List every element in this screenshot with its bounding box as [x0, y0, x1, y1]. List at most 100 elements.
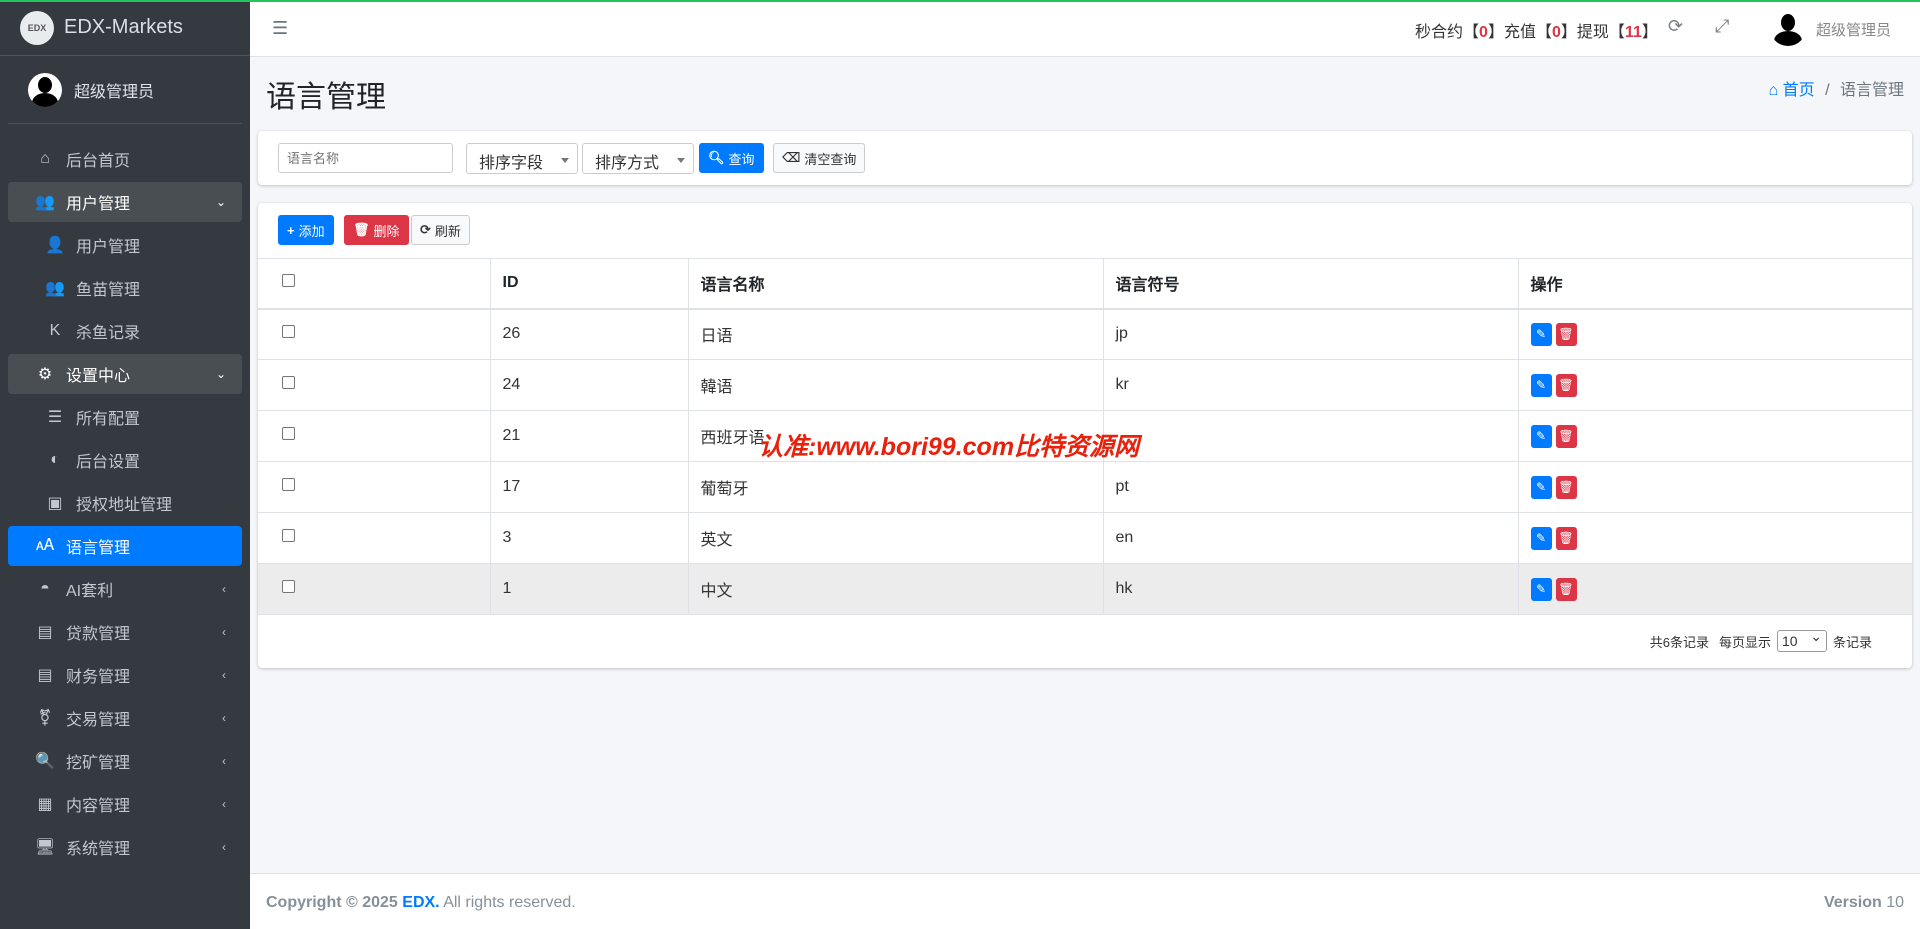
edit-button[interactable]: ✎	[1530, 475, 1552, 499]
select-all-header[interactable]	[258, 258, 490, 310]
sidebar-item-label: 鱼苗管理	[76, 282, 141, 299]
chevron-left-icon: ‹	[222, 840, 226, 854]
delete-row-button[interactable]: 🗑︎	[1555, 373, 1577, 397]
select-all-checkbox[interactable]	[282, 274, 295, 288]
breadcrumb-home[interactable]: ⌂ 首页	[1768, 82, 1814, 99]
k-icon: K	[49, 322, 61, 339]
delete-row-button[interactable]: 🗑︎	[1555, 322, 1577, 346]
row-select-cell[interactable]	[258, 563, 490, 615]
add-label: 添加	[298, 223, 325, 239]
search-card: 排序字段 排序方式 🔍︎查询 ⌫清空查询	[258, 131, 1912, 185]
header-avatar[interactable]	[1770, 10, 1806, 46]
add-button[interactable]: + 添加	[278, 215, 334, 245]
user-name: 超级管理员	[74, 83, 155, 101]
row-checkbox[interactable]	[282, 529, 295, 542]
row-select-cell[interactable]	[258, 461, 490, 513]
sidebar-item-2[interactable]: 👤 用户管理	[8, 225, 242, 265]
row-checkbox[interactable]	[282, 376, 295, 389]
cogs-icon: ⚙	[37, 366, 53, 383]
sidebar-item-4[interactable]: K 杀鱼记录	[8, 311, 242, 351]
sidebar-item-9[interactable]: 🗚 语言管理	[8, 526, 242, 566]
chevron-left-icon: ‹	[222, 797, 226, 811]
sidebar-item-12[interactable]: ▤ 财务管理 ‹	[8, 655, 242, 695]
sidebar-item-1[interactable]: 👥 用户管理 ⌄	[8, 182, 242, 222]
sidebar-item-13[interactable]: ⚧ 交易管理 ‹	[8, 698, 242, 738]
trash-icon: 🗑︎	[1558, 429, 1574, 443]
refresh-button[interactable]: ⟳ 刷新	[411, 215, 470, 245]
trash-icon: 🗑︎	[1558, 378, 1574, 392]
header-id[interactable]: ID	[489, 258, 688, 310]
cell-id: 3	[489, 512, 688, 564]
table-row[interactable]: 3 英文 en ✎ 🗑︎	[258, 512, 1912, 564]
sidebar-item-14[interactable]: 🔍 挖矿管理 ‹	[8, 741, 242, 781]
breadcrumb-separator: /	[1825, 82, 1830, 99]
user-panel[interactable]: 超级管理员	[8, 56, 242, 124]
brand[interactable]: EDX EDX-Markets	[0, 0, 250, 56]
sidebar-item-6[interactable]: ☰ 所有配置	[8, 397, 242, 437]
sidebar-item-16[interactable]: 🖥 系统管理 ‹	[8, 827, 242, 867]
fullscreen-icon[interactable]: ⤢	[1715, 16, 1729, 37]
header-actions: 操作	[1517, 258, 1912, 310]
sidebar-item-label: 设置中心	[66, 368, 131, 385]
sidebar-item-label: 用户管理	[66, 196, 131, 213]
stat-deposit-value: 0	[1551, 24, 1561, 41]
sidebar-item-label: 授权地址管理	[76, 497, 173, 514]
refresh-icon[interactable]: ⟳	[1668, 16, 1683, 37]
transgender-icon: ⚧	[38, 710, 52, 727]
delete-row-button[interactable]: 🗑︎	[1555, 577, 1577, 601]
sidebar-item-15[interactable]: ▦ 内容管理 ‹	[8, 784, 242, 824]
row-select-cell[interactable]	[258, 308, 490, 360]
table-row[interactable]: 1 中文 hk ✎ 🗑︎	[258, 563, 1912, 615]
language-name-input[interactable]	[278, 143, 453, 173]
sidebar-item-5[interactable]: ⚙ 设置中心 ⌄	[8, 354, 242, 394]
sidebar-item-8[interactable]: ▣ 授权地址管理	[8, 483, 242, 523]
edit-button[interactable]: ✎	[1530, 526, 1552, 550]
edit-button[interactable]: ✎	[1530, 322, 1552, 346]
per-page-select[interactable]: 10	[1776, 628, 1827, 652]
sidebar-item-0[interactable]: ⌂ 后台首页	[8, 139, 242, 179]
delete-row-button[interactable]: 🗑︎	[1555, 526, 1577, 550]
sidebar-item-label: 贷款管理	[66, 626, 131, 643]
table-row[interactable]: 17 葡萄牙 pt ✎ 🗑︎	[258, 461, 1912, 513]
table-row[interactable]: 24 韓语 kr ✎ 🗑︎	[258, 359, 1912, 411]
trash-icon: 🗑︎	[353, 222, 370, 237]
stat-seconds-value: 0	[1479, 24, 1488, 41]
header-symbol[interactable]: 语言符号	[1102, 258, 1518, 310]
edit-button[interactable]: ✎	[1530, 424, 1552, 448]
chevron-down-icon: ⌄	[215, 195, 226, 209]
row-checkbox[interactable]	[282, 580, 295, 593]
refresh-icon: ⟳	[420, 222, 431, 237]
delete-button[interactable]: 🗑︎ 删除	[344, 215, 409, 245]
row-select-cell[interactable]	[258, 359, 490, 411]
row-checkbox[interactable]	[282, 478, 295, 491]
search-icon: 🔍︎	[708, 150, 725, 165]
breadcrumb-current: 语言管理	[1839, 82, 1904, 99]
users-icon: 👥	[45, 280, 65, 297]
header-name[interactable]: 语言名称	[687, 258, 1103, 310]
row-select-cell[interactable]	[258, 410, 490, 462]
delete-row-button[interactable]: 🗑︎	[1555, 424, 1577, 448]
pencil-icon: ✎	[1535, 429, 1547, 443]
header-user-name[interactable]: 超级管理员	[1816, 19, 1891, 40]
menu-toggle-icon[interactable]: ☰	[272, 18, 288, 39]
row-select-cell[interactable]	[258, 512, 490, 564]
sort-field-select[interactable]: 排序字段	[466, 143, 578, 174]
table-row[interactable]: 26 日语 jp ✎ 🗑︎	[258, 308, 1912, 360]
edit-button[interactable]: ✎	[1530, 577, 1552, 601]
cell-id: 21	[489, 410, 688, 462]
clear-query-button[interactable]: ⌫ 清空查询	[773, 143, 866, 173]
row-checkbox[interactable]	[282, 325, 295, 339]
sidebar-item-3[interactable]: 👥 鱼苗管理	[8, 268, 242, 308]
sort-order-select[interactable]: 排序方式	[582, 143, 694, 174]
edit-button[interactable]: ✎	[1530, 373, 1552, 397]
delete-row-button[interactable]: 🗑︎	[1555, 475, 1577, 499]
query-button[interactable]: 🔍︎ 查询	[699, 143, 764, 173]
sidebar-item-7[interactable]: ◐ 后台设置	[8, 440, 242, 480]
row-checkbox[interactable]	[282, 427, 295, 440]
footer-brand-link[interactable]: EDX.	[402, 894, 439, 911]
rights-text: All rights reserved.	[443, 894, 576, 911]
sidebar-item-11[interactable]: ▤ 贷款管理 ‹	[8, 612, 242, 652]
sidebar-item-10[interactable]: ◓ AI套利 ‹	[8, 569, 242, 609]
chevron-left-icon: ‹	[222, 711, 226, 725]
brand-logo: EDX	[20, 10, 54, 45]
